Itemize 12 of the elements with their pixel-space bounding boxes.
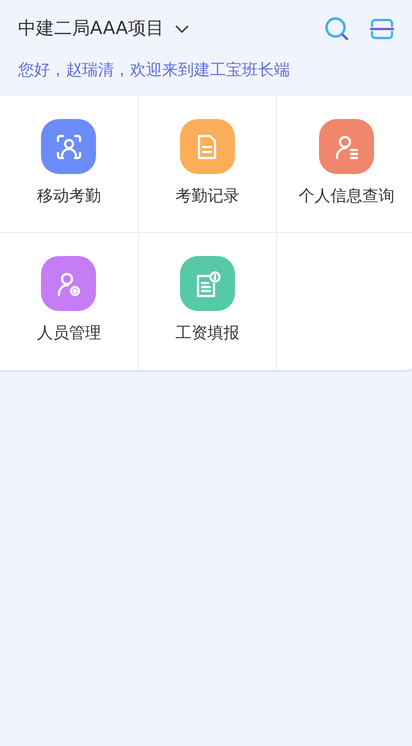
menu-tile[interactable]: 个人信息查询 [298,119,395,208]
search-icon [324,16,350,42]
scan-button[interactable] [370,18,394,40]
menu-tile[interactable]: 人员管理 [36,256,101,345]
project-selector[interactable]: 中建二局AAA项目 [18,15,190,42]
chevron-down-icon [174,24,190,34]
scan-icon [370,18,394,40]
menu-tile[interactable]: 考勤记录 [175,119,240,208]
menu-tile[interactable]: 移动考勤 [36,119,101,208]
search-button[interactable] [324,16,350,42]
menu-tile[interactable]: 工资填报 [175,256,240,345]
greeting-text: 您好，赵瑞清，欢迎来到建工宝班长端 [17,59,291,81]
